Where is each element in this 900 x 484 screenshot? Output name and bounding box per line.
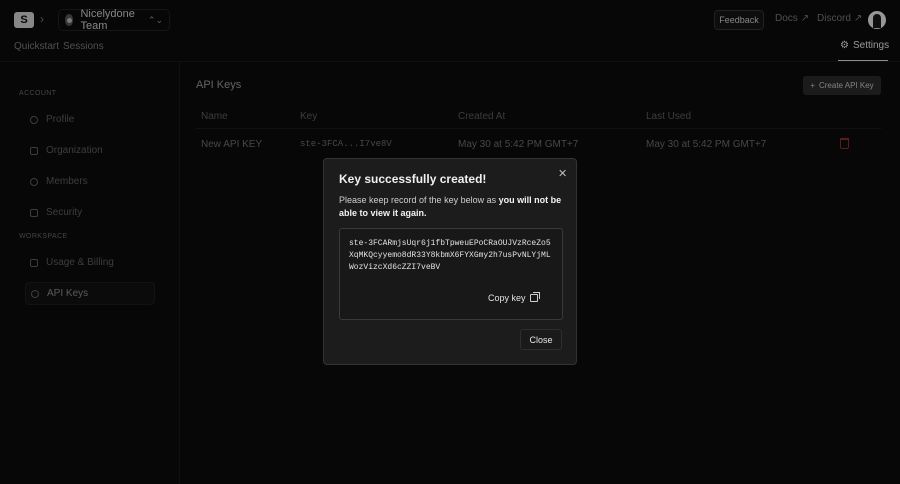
copy-key-label: Copy key bbox=[488, 293, 526, 303]
close-icon[interactable]: ✕ bbox=[558, 167, 567, 180]
copy-key-button[interactable]: Copy key bbox=[488, 292, 540, 303]
copy-icon bbox=[529, 292, 540, 302]
close-button[interactable]: Close bbox=[520, 329, 562, 350]
api-key-value[interactable]: ste-3FCARmjsUqr6j1fbTpweuEPoCRaOUJVzRceZ… bbox=[349, 238, 555, 274]
dialog-description-text: Please keep record of the key below as bbox=[339, 195, 499, 205]
dialog-description: Please keep record of the key below as y… bbox=[339, 194, 564, 220]
key-created-dialog: Key successfully created! ✕ Please keep … bbox=[323, 158, 577, 365]
dialog-title: Key successfully created! bbox=[339, 172, 487, 186]
api-key-box: ste-3FCARmjsUqr6j1fbTpweuEPoCRaOUJVzRceZ… bbox=[339, 228, 563, 320]
